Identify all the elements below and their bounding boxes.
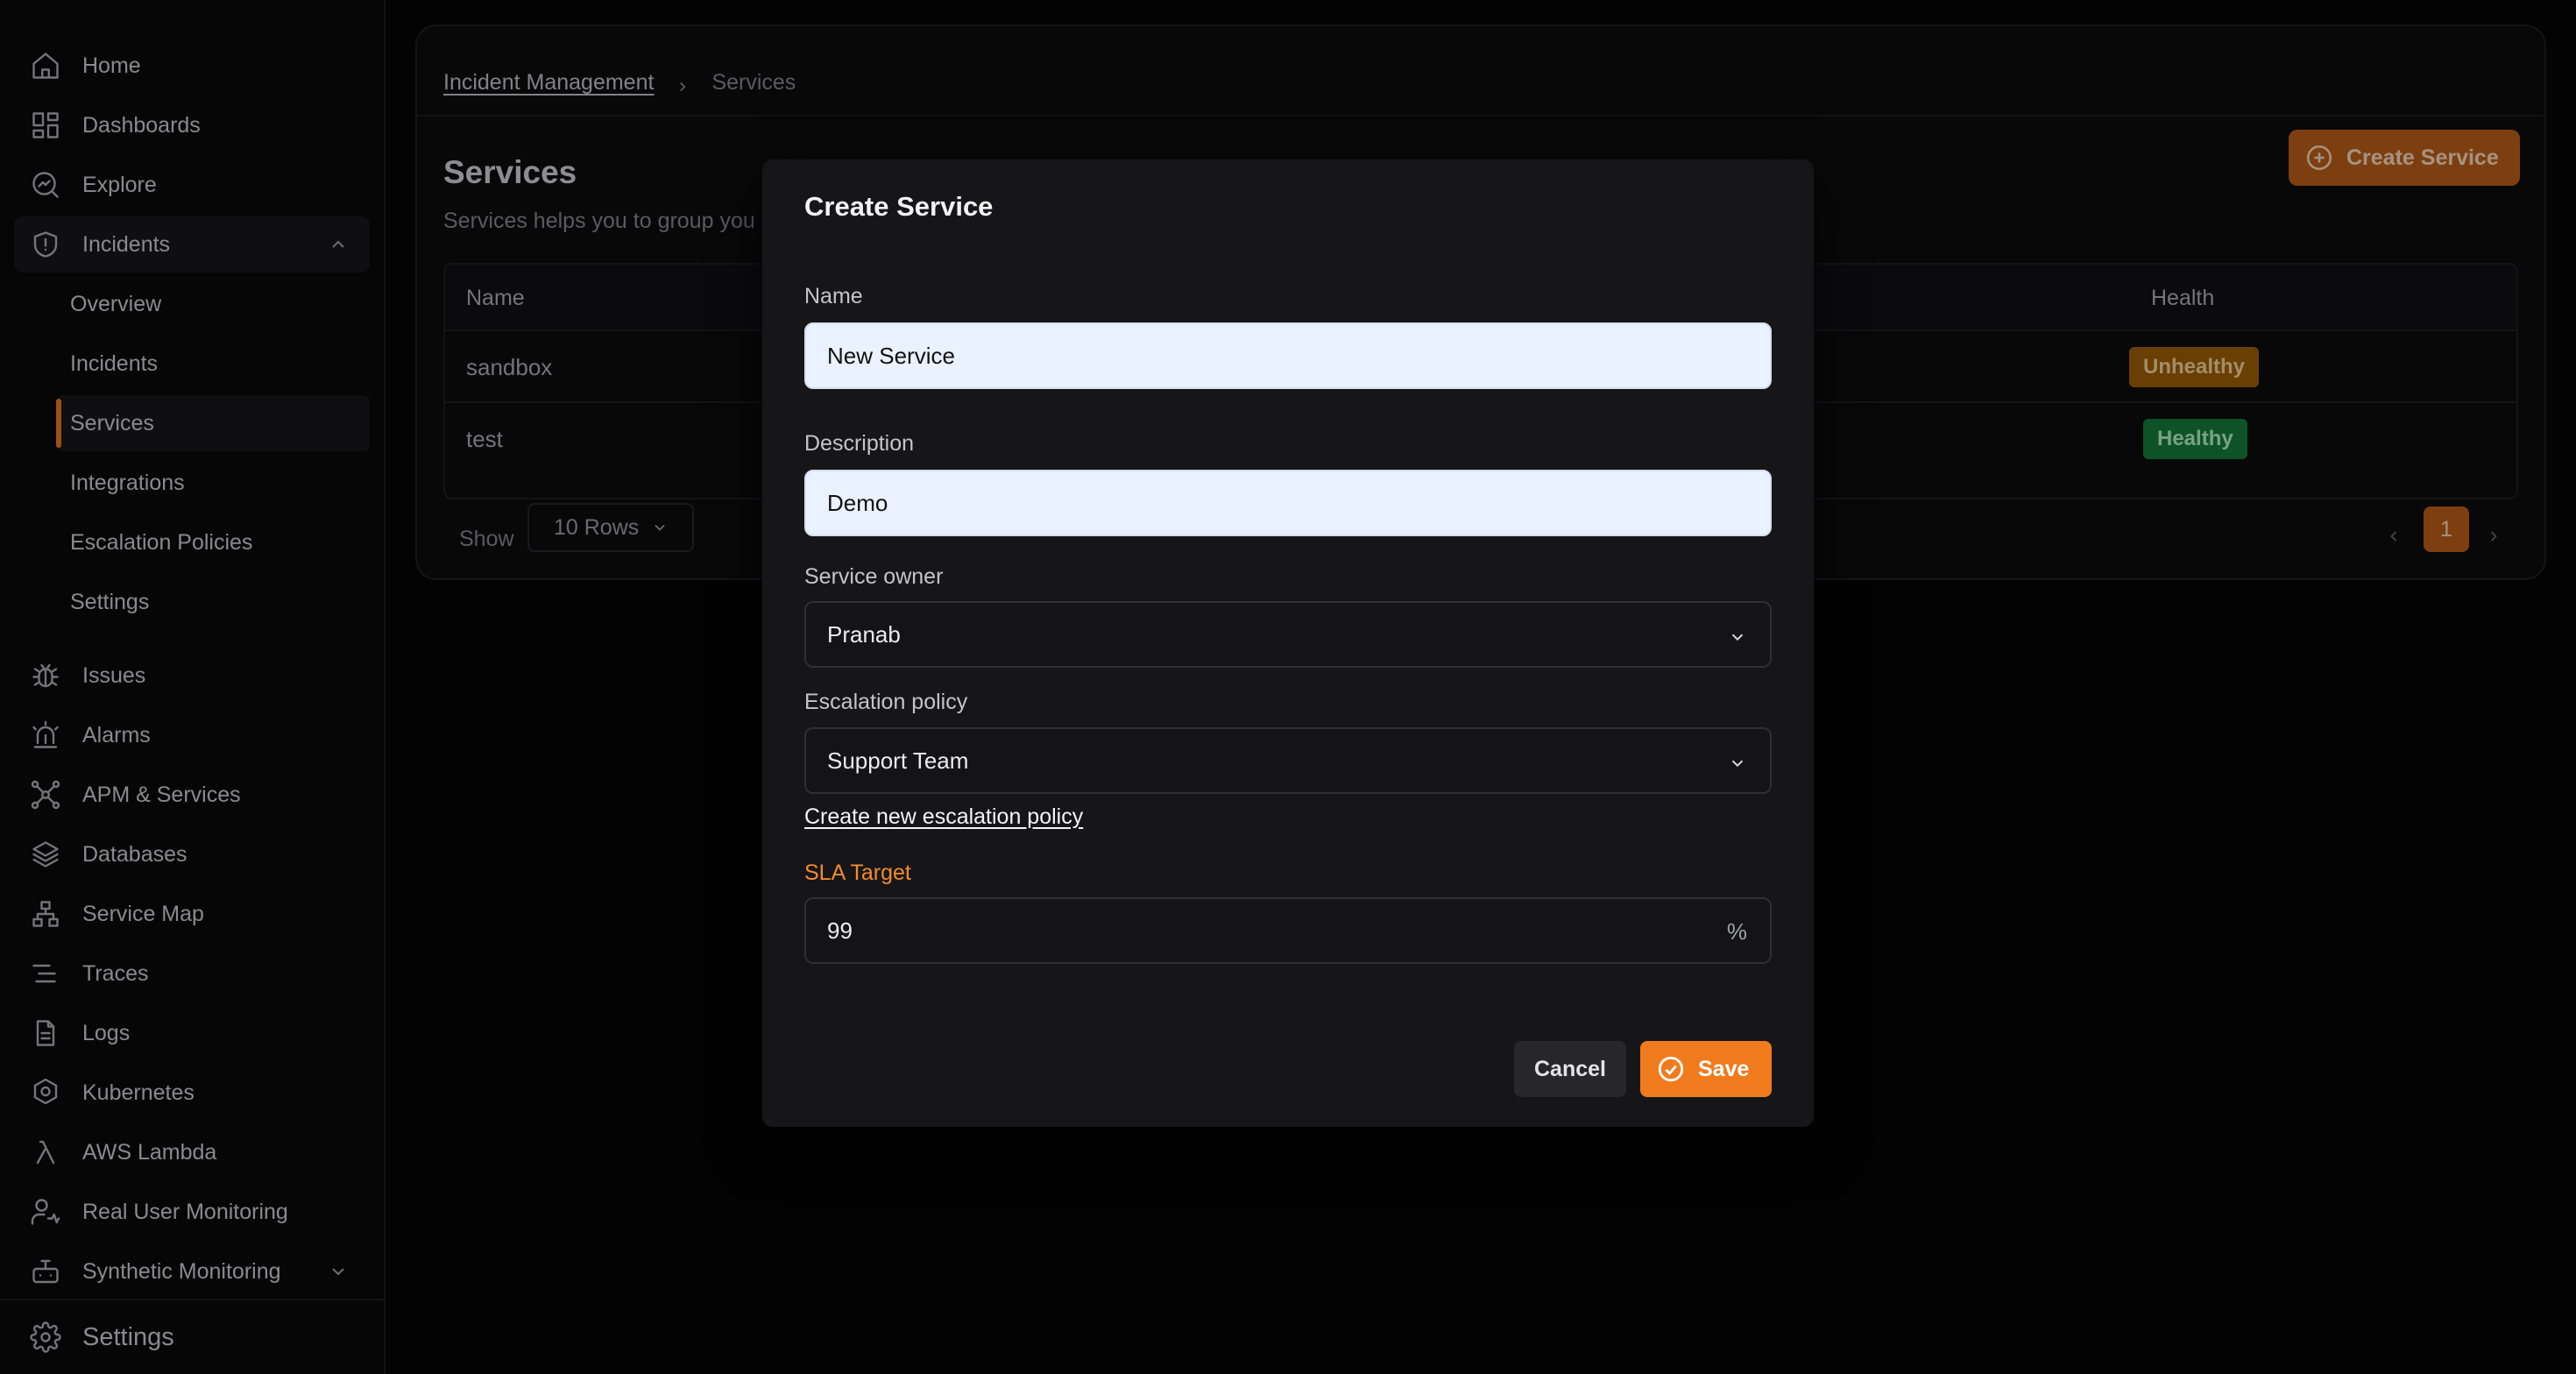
escalation-policy-value: Support Team [827, 747, 969, 774]
create-service-modal: Create Service Name New Service Descript… [762, 159, 1814, 1127]
description-value: Demo [827, 489, 888, 516]
cancel-button[interactable]: Cancel [1514, 1041, 1626, 1097]
escalation-policy-select[interactable]: Support Team [804, 727, 1772, 794]
chevron-down-icon [1728, 627, 1747, 647]
sla-target-value: 99 [827, 917, 853, 944]
chevron-down-icon [1728, 754, 1747, 773]
save-button[interactable]: Save [1640, 1041, 1772, 1097]
sla-target-field[interactable]: 99 % [804, 897, 1772, 964]
modal-title: Create Service [804, 191, 994, 222]
name-value: New Service [827, 342, 955, 369]
service-owner-label: Service owner [804, 564, 944, 589]
sla-target-label: SLA Target [804, 861, 911, 885]
escalation-policy-label: Escalation policy [804, 690, 968, 714]
name-field[interactable]: New Service [804, 322, 1772, 389]
service-owner-select[interactable]: Pranab [804, 601, 1772, 668]
check-circle-icon [1656, 1054, 1686, 1084]
name-label: Name [804, 284, 863, 308]
save-label: Save [1698, 1056, 1750, 1081]
percent-suffix: % [1726, 918, 1747, 945]
service-owner-value: Pranab [827, 620, 901, 648]
description-field[interactable]: Demo [804, 470, 1772, 536]
create-escalation-policy-link[interactable]: Create new escalation policy [804, 804, 1083, 830]
description-label: Description [804, 431, 915, 456]
